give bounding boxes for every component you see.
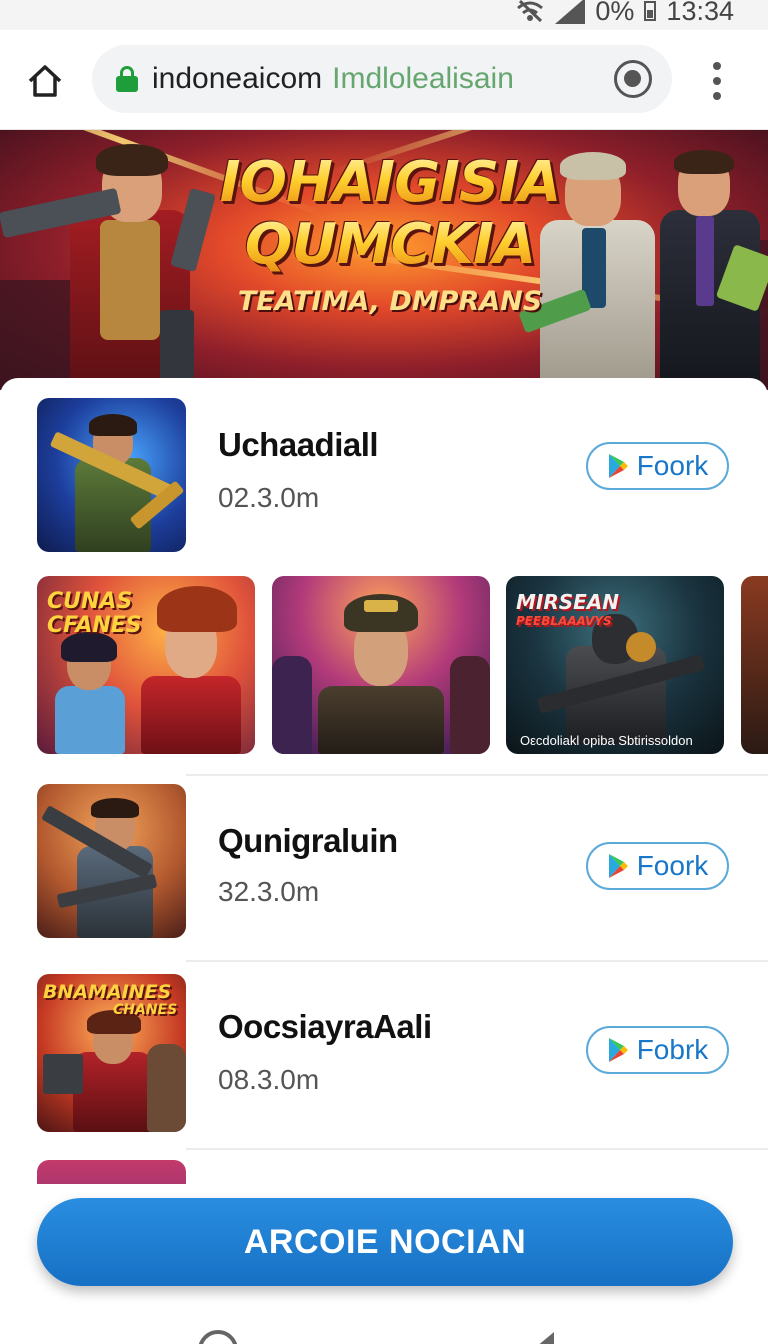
app-size: 08.3.0m [218,1064,320,1095]
screenshot-carousel[interactable]: CUNAS CFANES MIRSEAN PEEBLAAAVYS Oεcdoli… [0,576,768,756]
fork-button[interactable]: Fobrk [586,1026,729,1074]
play-store-icon [607,853,629,879]
banner-title: IOHAIGISIA QUMCKIA TEATIMA, DMPRANS [200,152,580,318]
promo-banner[interactable]: IOHAIGISIA QUMCKIA TEATIMA, DMPRANS [0,130,768,390]
app-icon[interactable] [37,398,186,552]
banner-hero-right-2 [650,150,768,390]
status-icons: 0% 13:34 [515,0,734,26]
lock-icon [116,66,138,92]
banner-subtitle: TEATIMA, DMPRANS [237,286,543,317]
app-row[interactable]: Qunigraluin 32.3.0m Foork [0,784,768,954]
more-vert-icon[interactable] [702,58,732,104]
browser-toolbar: indoneaicom Imdlolealisain [0,30,768,130]
fork-button[interactable]: Foork [586,842,729,890]
app-icon[interactable] [37,784,186,938]
app-list: Uchaadiall 02.3.0m Foork CUNAS CFANES MI… [0,378,768,1184]
record-icon[interactable] [614,60,652,98]
home-icon [28,65,62,97]
row-divider [186,960,768,962]
app-row[interactable]: Uchaadiall 02.3.0m Foork [0,398,768,568]
nav-back-icon[interactable] [530,1332,554,1344]
battery-icon [644,1,657,21]
icon-title: BNAMAINES CHANES [43,981,178,1018]
home-button[interactable] [22,58,68,104]
play-store-icon [607,453,629,479]
url-path: Imdlolealisain [332,62,514,95]
address-bar[interactable]: indoneaicom Imdlolealisain [92,45,672,113]
screenshot-thumbnail[interactable] [272,576,490,754]
app-row[interactable] [0,1160,768,1184]
banner-title-line1: IOHAIGISIA [200,152,580,214]
primary-action-button[interactable]: ARCOIE NOCIAN [37,1198,733,1286]
fork-button-label: Foork [636,850,709,881]
app-size: 32.3.0m [218,876,320,907]
fork-button-label: Foork [636,450,709,481]
row-divider [186,774,768,776]
row-divider [186,1148,768,1150]
nav-home-icon[interactable] [198,1330,238,1344]
shot-title: MIRSEAN PEEBLAAAVYS [516,590,620,628]
clock: 13:34 [666,0,734,26]
screenshot-thumbnail[interactable] [741,576,768,754]
app-icon[interactable]: BNAMAINES CHANES [37,974,186,1132]
app-size: 02.3.0m [218,482,320,513]
fork-button[interactable]: Foork [586,442,729,490]
fork-button-label: Fobrk [636,1034,709,1065]
battery-percent: 0% [595,0,635,26]
bottom-action-area: ARCOIE NOCIAN [0,1184,768,1344]
app-icon[interactable] [37,1160,186,1184]
banner-title-line2: QUMCKIA [200,214,580,276]
app-name[interactable]: Uchaadiall [218,426,379,464]
shot-caption: Oεcdoliakl opiba Sbtirissoldon [520,733,693,748]
screenshot-thumbnail[interactable]: MIRSEAN PEEBLAAAVYS Oεcdoliakl opiba Sbt… [506,576,724,754]
play-store-icon [607,1037,629,1063]
app-row[interactable]: BNAMAINES CHANES OocsiayraAali 08.3.0m F… [0,974,768,1144]
shot-title: CUNAS CFANES [47,589,142,638]
wifi-off-icon [515,0,545,23]
app-name[interactable]: Qunigraluin [218,822,398,860]
status-bar: 0% 13:34 [0,0,768,30]
screenshot-thumbnail[interactable]: CUNAS CFANES [37,576,255,754]
signal-icon [555,0,586,24]
app-name[interactable]: OocsiayraAali [218,1008,432,1046]
url-host: indoneaicom [152,62,323,95]
